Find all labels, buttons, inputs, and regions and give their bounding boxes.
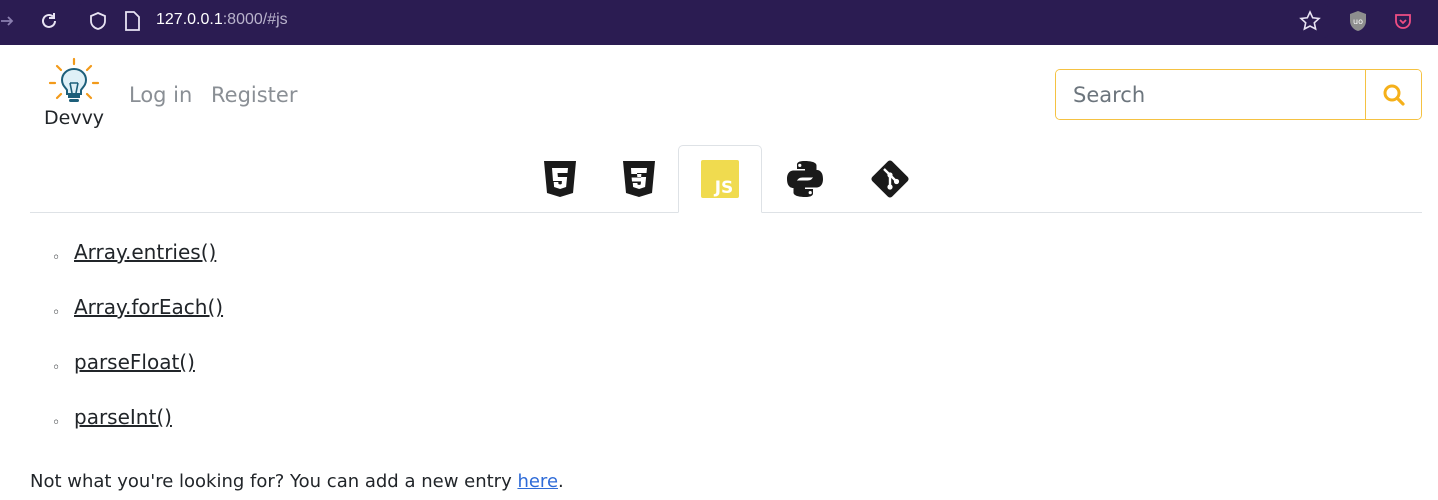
list-item: ◦ Array.entries() [52,240,223,295]
bullet: ◦ [52,250,61,266]
search-input[interactable] [1056,70,1365,119]
list-item: ◦ Array.forEach() [52,295,223,350]
url-text[interactable]: 127.0.0.1:8000/#js [156,11,288,29]
tab-css[interactable] [597,145,681,213]
search-button[interactable] [1365,70,1421,119]
python-icon [787,161,823,197]
entry-link-array-foreach[interactable]: Array.forEach() [74,295,223,319]
tab-js[interactable]: JS [678,145,762,213]
browser-toolbar: 127.0.0.1:8000/#js uo [0,0,1438,45]
svg-text:JS: JS [714,178,734,198]
svg-text:uo: uo [1353,17,1363,26]
add-entry-link[interactable]: here [517,471,558,492]
css3-icon [623,161,655,197]
forward-arrow-icon[interactable] [0,8,20,34]
tab-git[interactable] [848,145,932,213]
login-link[interactable]: Log in [129,83,192,107]
tab-python[interactable] [763,145,847,213]
add-entry-end: . [558,471,564,492]
lightbulb-icon [48,57,100,102]
list-item: ◦ parseInt() [52,405,223,460]
bullet: ◦ [52,360,61,376]
list-item: ◦ parseFloat() [52,350,223,405]
ublock-icon[interactable]: uo [1345,8,1371,34]
js-icon: JS [701,160,739,198]
star-icon[interactable] [1297,8,1323,34]
entry-link-parsefloat[interactable]: parseFloat() [74,350,195,374]
entry-list: ◦ Array.entries() ◦ Array.forEach() ◦ pa… [52,240,223,460]
html5-icon [544,161,576,197]
page-icon [119,8,145,34]
pocket-icon[interactable] [1390,8,1416,34]
reload-icon[interactable] [36,8,62,34]
git-icon [871,160,909,198]
logo-text: Devvy [44,107,105,129]
search-form [1055,69,1422,120]
search-icon [1383,84,1405,106]
entry-link-parseint[interactable]: parseInt() [74,405,172,429]
entry-link-array-entries[interactable]: Array.entries() [74,240,216,264]
bullet: ◦ [52,415,61,431]
add-entry-text: Not what you're looking for? You can add… [30,471,518,492]
devvy-logo[interactable]: Devvy [42,57,106,133]
tab-html[interactable] [518,145,602,213]
shield-icon[interactable] [85,8,111,34]
add-entry-note: Not what you're looking for? You can add… [30,471,564,492]
register-link[interactable]: Register [211,83,297,107]
bullet: ◦ [52,305,61,321]
